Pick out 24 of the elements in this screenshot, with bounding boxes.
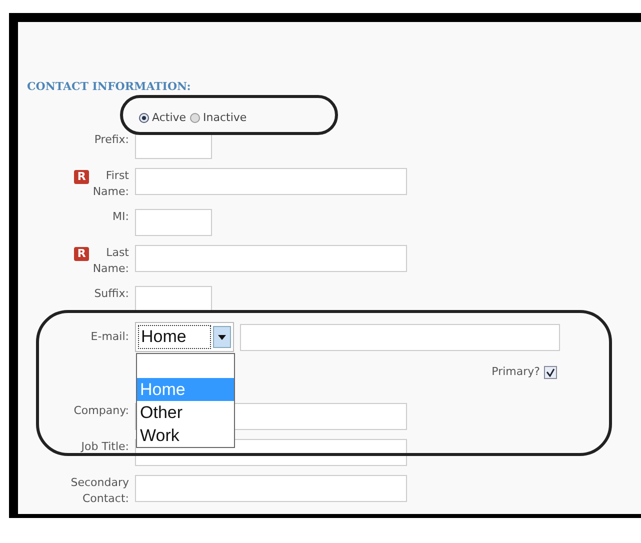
field-label: Secondary Contact:	[70, 475, 129, 507]
email-field[interactable]	[240, 324, 560, 350]
required-badge: R	[74, 247, 89, 261]
primary-label: Primary?	[492, 364, 540, 380]
text-field[interactable]	[135, 209, 212, 236]
dropdown-option[interactable]: Work	[137, 424, 234, 447]
text-field[interactable]	[135, 475, 407, 502]
field-label: E-mail:	[90, 329, 129, 345]
field-label: Job Title:	[81, 439, 129, 455]
required-badge: R	[74, 170, 89, 184]
section-heading: CONTACT INFORMATION:	[27, 80, 192, 93]
field-label: Company:	[74, 403, 129, 419]
field-label: MI:	[112, 209, 129, 225]
status-radio[interactable]: Active	[139, 111, 186, 124]
primary-checkbox[interactable]	[544, 366, 557, 378]
dropdown-option[interactable]: Other	[137, 401, 234, 424]
text-field[interactable]	[135, 245, 407, 272]
field-label: Last Name:	[92, 245, 129, 277]
field-label: First Name:	[92, 168, 129, 200]
text-field[interactable]	[135, 168, 407, 195]
caret-icon	[213, 326, 231, 348]
field-label: Prefix:	[94, 132, 129, 148]
field-label: Suffix:	[94, 286, 129, 302]
status-radio[interactable]: Inactive	[190, 111, 247, 124]
